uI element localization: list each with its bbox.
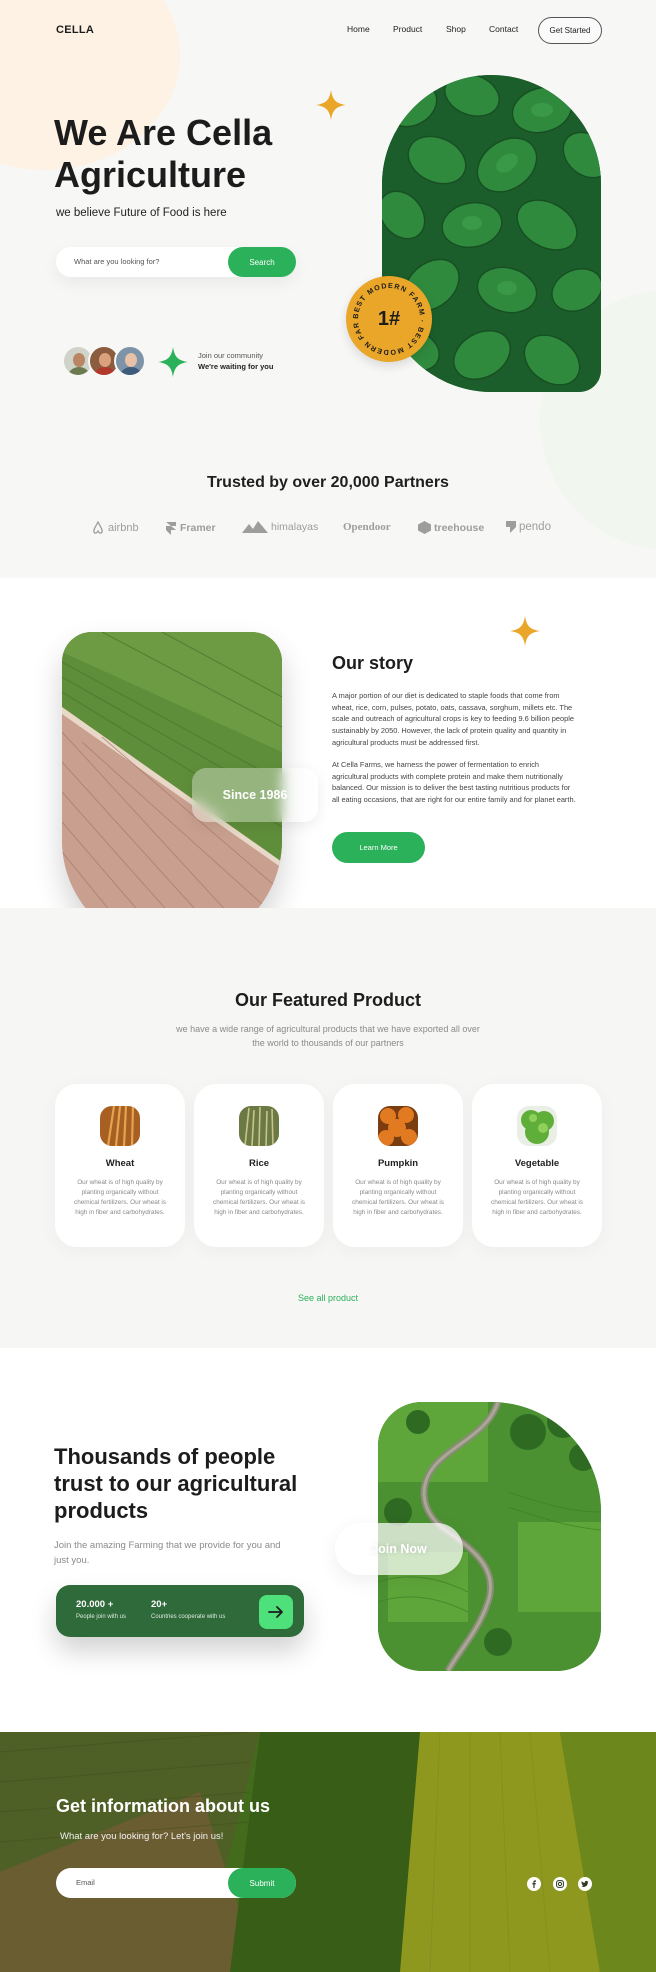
footer-section	[0, 1732, 656, 1972]
product-description: Our wheat is of high quality by planting…	[213, 1179, 305, 1216]
arrow-right-button[interactable]	[259, 1595, 293, 1629]
product-card-pumpkin[interactable]: Pumpkin Our wheat is of high quality by …	[333, 1084, 463, 1247]
hero-title: We Are Cella Agriculture	[54, 112, 273, 195]
hero-subtitle: we believe Future of Food is here	[56, 207, 227, 219]
footer-title: Get information about us	[56, 1796, 270, 1816]
story-title: Our story	[332, 653, 414, 673]
farmland-background-image	[0, 1732, 656, 1972]
community-tagline: We're waiting for you	[198, 362, 274, 371]
join-subtitle: Join the amazing Farming that we provide…	[54, 1540, 281, 1566]
partner-logo-framer: Framer	[165, 521, 216, 535]
product-card-wheat[interactable]: Wheat Our wheat is of high quality by pl…	[55, 1084, 185, 1247]
product-name: Vegetable	[514, 1158, 560, 1169]
partner-logo-pendo: pendo	[506, 521, 551, 533]
email-form: Email Submit	[56, 1868, 296, 1898]
partner-logo-airbnb: airbnb	[91, 521, 139, 535]
product-card-vegetable[interactable]: Vegetable Our wheat is of high quality b…	[472, 1084, 602, 1247]
instagram-icon[interactable]	[553, 1877, 567, 1891]
since-badge: Since 1986	[192, 768, 318, 822]
product-description: Our wheat is of high quality by planting…	[491, 1179, 583, 1216]
partner-logo-treehouse: treehouse	[418, 521, 484, 534]
framer-icon	[166, 522, 176, 535]
treehouse-icon	[418, 521, 431, 534]
product-card-rice[interactable]: Rice Our wheat is of high quality by pla…	[194, 1084, 324, 1247]
join-now-button[interactable]: Join Now	[335, 1523, 463, 1575]
product-name: Wheat	[105, 1158, 135, 1169]
search-button[interactable]: Search	[228, 247, 296, 277]
stat-label: People join with us	[76, 1614, 127, 1620]
nav-home[interactable]: Home	[347, 24, 370, 34]
featured-title: Our Featured Product	[234, 990, 422, 1010]
avatar	[114, 345, 146, 377]
svg-text:BEST MODERN FARM · BEST MODERN: BEST MODERN FARM · BEST MODERN FARM ·	[346, 276, 427, 357]
search-bar: What are you looking for? Search	[56, 247, 296, 277]
facebook-icon[interactable]	[527, 1877, 541, 1891]
partner-logo-himalayas: himalayas	[242, 521, 318, 533]
get-started-button[interactable]: Get Started	[538, 17, 602, 44]
stat-label: Countries cooperate with us	[151, 1614, 226, 1620]
featured-subtitle: we have a wide range of agricultural pro…	[176, 1024, 480, 1048]
pumpkin-icon	[378, 1106, 418, 1146]
stat-value: 20+	[151, 1599, 168, 1610]
partner-logo-opendoor: Opendoor	[343, 521, 391, 533]
mountain-icon	[242, 521, 268, 533]
nav-shop[interactable]: Shop	[446, 24, 466, 34]
best-farm-badge: BEST MODERN FARM · BEST MODERN FARM · 1#	[346, 276, 432, 362]
footer-subtitle: What are you looking for? Let's join us!	[60, 1831, 224, 1842]
learn-more-button[interactable]: Learn More	[332, 832, 425, 863]
product-description: Our wheat is of high quality by planting…	[74, 1179, 166, 1216]
twitter-icon[interactable]	[578, 1877, 592, 1891]
partners-heading: Trusted by over 20,000 Partners	[207, 474, 449, 491]
stats-card: 20.000 + People join with us 20+ Countri…	[56, 1585, 304, 1637]
rice-icon	[239, 1106, 279, 1146]
email-input[interactable]: Email	[76, 1878, 95, 1887]
nav-product[interactable]: Product	[393, 24, 422, 34]
join-title: Thousands of people trust to our agricul…	[54, 1444, 298, 1523]
story-paragraph: At Cella Farms, we harness the power of …	[332, 760, 576, 805]
product-description: Our wheat is of high quality by planting…	[352, 1179, 444, 1216]
logo[interactable]: CELLA	[56, 24, 94, 36]
see-all-products-link[interactable]: See all product	[0, 1293, 656, 1303]
stat-value: 20.000 +	[76, 1599, 114, 1610]
arrow-right-icon	[268, 1606, 283, 1618]
nav-contact[interactable]: Contact	[489, 24, 518, 34]
sparkle-icon	[510, 616, 540, 646]
product-name: Rice	[248, 1158, 270, 1169]
story-paragraph: A major portion of our diet is dedicated…	[332, 691, 574, 747]
sparkle-icon	[158, 347, 188, 377]
wheat-icon	[100, 1106, 140, 1146]
search-input[interactable]: What are you looking for?	[74, 257, 159, 266]
sparkle-icon	[316, 90, 346, 120]
airbnb-icon	[93, 521, 103, 534]
submit-button[interactable]: Submit	[228, 1868, 296, 1898]
pendo-icon	[506, 521, 516, 533]
badge-ring-text: BEST MODERN FARM · BEST MODERN FARM ·	[346, 276, 427, 357]
vegetable-icon	[517, 1106, 557, 1146]
community-label: Join our community	[198, 351, 264, 360]
product-name: Pumpkin	[377, 1158, 419, 1169]
